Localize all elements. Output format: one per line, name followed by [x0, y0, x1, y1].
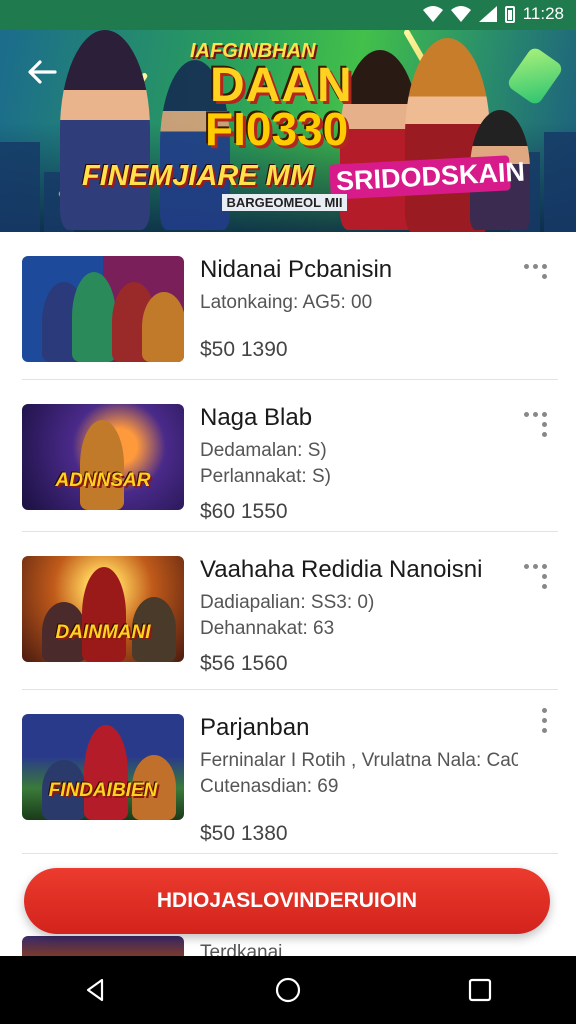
- dot-icon: [542, 718, 547, 723]
- gem-icon: [505, 45, 565, 107]
- item-thumbnail: ADNNSAR: [22, 404, 184, 510]
- dot-icon: [524, 564, 529, 569]
- hero-banner: IAFGINBHAN DAAN FI0330 FINEMJIARE MM SRI…: [0, 0, 576, 232]
- more-options-button[interactable]: [518, 708, 558, 764]
- item-title: Nidanai Pcbanisin: [200, 256, 393, 283]
- dot-icon: [542, 422, 547, 427]
- list-item[interactable]: ADNNSAR Naga Blab Dedamalan: S) Perlanna…: [22, 380, 558, 532]
- recents-square-icon: [468, 978, 492, 1002]
- wifi-icon-2: [450, 6, 471, 22]
- status-time: 11:28: [522, 4, 564, 23]
- product-list: Nidanai Pcbanisin Latonkaing: AG5: 00 $5…: [0, 232, 576, 854]
- signal-icon: [478, 6, 497, 22]
- dot-icon: [533, 564, 538, 569]
- dot-icon: [542, 274, 547, 279]
- list-item[interactable]: FINDAIBIEN Parjanban Ferninalar I Rotih …: [22, 690, 558, 854]
- arrow-left-icon: [28, 60, 57, 84]
- nav-back-button[interactable]: [66, 966, 126, 1014]
- list-item[interactable]: DAINMANI Vaahaha Redidia Nanoisni Dadiap…: [22, 532, 558, 690]
- dot-icon: [533, 412, 538, 417]
- back-button[interactable]: [20, 52, 64, 92]
- dot-icon: [542, 432, 547, 437]
- thumb-title: DAINMANI: [55, 622, 151, 643]
- item-price: $50 1390: [200, 338, 288, 361]
- hero-character-1: [60, 30, 150, 230]
- item-detail: Perlannakat: S): [200, 466, 331, 487]
- nav-home-button[interactable]: [258, 966, 318, 1014]
- item-title: Parjanban: [200, 714, 310, 741]
- more-options-button[interactable]: [518, 562, 558, 606]
- item-thumbnail: FINDAIBIEN: [22, 714, 184, 820]
- item-thumbnail-partial: [22, 936, 184, 956]
- dot-icon: [542, 728, 547, 733]
- dot-icon: [533, 264, 538, 269]
- dot-icon: [524, 264, 529, 269]
- list-item[interactable]: Nidanai Pcbanisin Latonkaing: AG5: 00 $5…: [22, 232, 558, 380]
- thumb-title: ADNNSAR: [55, 470, 151, 491]
- dot-icon: [542, 264, 547, 269]
- item-detail: Dedamalan: S): [200, 440, 327, 461]
- dot-icon: [542, 574, 547, 579]
- item-detail: Dadiapalian: SS3: 0): [200, 592, 375, 613]
- item-detail: Cutenasdian: 69: [200, 776, 339, 797]
- thumb-title: FINDAIBIEN: [48, 780, 158, 801]
- item-title: Naga Blab: [200, 404, 313, 431]
- item-price: $50 1380: [200, 822, 288, 845]
- wifi-icon: [422, 6, 443, 22]
- item-price: $56 1560: [200, 652, 288, 675]
- dot-icon: [542, 564, 547, 569]
- dot-icon: [542, 584, 547, 589]
- banner-title-line2: FI0330: [205, 103, 349, 155]
- item-price: $60 1550: [200, 500, 288, 523]
- item-detail: Dehannakat: 63: [200, 618, 335, 639]
- item-detail: Latonkaing: AG5: 00: [200, 292, 373, 313]
- primary-action-button[interactable]: HDIOJASLOVINDERUIOIN: [24, 868, 550, 934]
- status-bar: 11:28: [0, 0, 576, 30]
- item-thumbnail: [22, 256, 184, 362]
- more-options-button[interactable]: [518, 262, 558, 306]
- home-circle-icon: [275, 977, 301, 1003]
- item-title: Vaahaha Redidia Nanoisni: [200, 556, 483, 583]
- battery-icon: [504, 5, 515, 23]
- dot-icon: [524, 412, 529, 417]
- banner-tag: BARGEOMEOL MII: [222, 194, 347, 211]
- dot-icon: [542, 412, 547, 417]
- system-navigation-bar: [0, 956, 576, 1024]
- banner-subtitle: FINEMJIARE MM: [82, 160, 314, 192]
- dot-icon: [542, 708, 547, 713]
- back-triangle-icon: [86, 978, 104, 1002]
- more-options-button[interactable]: [518, 410, 558, 454]
- nav-recents-button[interactable]: [450, 966, 510, 1014]
- item-thumbnail: DAINMANI: [22, 556, 184, 662]
- item-detail: Ferninalar I Rotih , Vrulatna Nala: Ca0: [200, 750, 518, 771]
